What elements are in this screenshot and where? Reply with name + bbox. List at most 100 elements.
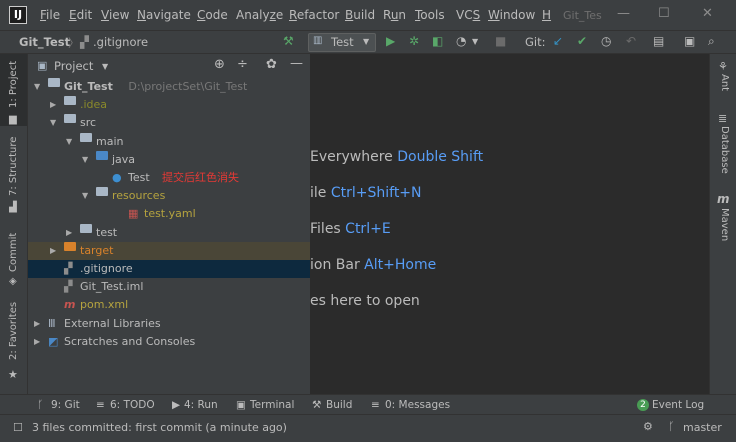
menu-help[interactable]: H bbox=[542, 8, 551, 22]
menu-bar: IJ File Edit View Navigate Code Analyze … bbox=[0, 0, 736, 30]
tree-item-label: main bbox=[96, 134, 124, 148]
menu-analyze[interactable]: Analyze bbox=[236, 8, 283, 22]
run-config-icon: ▥ bbox=[313, 35, 323, 46]
menu-navigate[interactable]: Navigate bbox=[137, 8, 191, 22]
coverage-icon[interactable]: ◧ bbox=[432, 34, 443, 48]
project-view-selector[interactable]: Project bbox=[54, 59, 93, 73]
tool-tab-build[interactable]: Build bbox=[326, 399, 352, 411]
debug-icon[interactable]: ✲ bbox=[409, 34, 419, 48]
project-tree: ▼ Git_Test D:\projectSet\Git_Test ▶ .idea ▼ sr… bbox=[28, 78, 310, 378]
tree-item[interactable]: ▶ ◩ Scratches and Consoles bbox=[28, 333, 310, 351]
tool-tab-database[interactable]: Database bbox=[719, 126, 730, 174]
hint-go-to-file: ile Ctrl+Shift+N bbox=[310, 185, 422, 201]
collapsed-arrow-icon[interactable]: ▶ bbox=[34, 315, 40, 333]
tree-item[interactable]: ▶ Ⅲ External Libraries bbox=[28, 315, 310, 333]
menu-build[interactable]: Build bbox=[345, 8, 375, 22]
collapse-all-icon[interactable]: ÷ bbox=[237, 57, 248, 72]
event-log-badge: 2 bbox=[637, 399, 649, 411]
project-view-chevron-icon[interactable]: ▼ bbox=[102, 62, 108, 71]
git-update-icon[interactable]: ↙ bbox=[553, 34, 563, 48]
tree-item[interactable]: m pom.xml bbox=[28, 296, 310, 314]
hint-shortcut: Ctrl+Shift+N bbox=[330, 185, 422, 201]
hint-shortcut: Double Shift bbox=[397, 149, 484, 165]
navigation-bar: Git_Test 〉 ▞ .gitignore ⚒ ▥ Test ▼ ▶ ✲ ◧… bbox=[0, 30, 736, 54]
vcs-widget-icon[interactable]: ⚙ bbox=[643, 420, 653, 433]
git-branch-icon: ᚴ bbox=[37, 399, 44, 411]
profile-dropdown-icon[interactable]: ▼ bbox=[472, 37, 478, 46]
breadcrumb-file[interactable]: .gitignore bbox=[93, 35, 148, 49]
tool-tab-favorites[interactable]: 2: Favorites bbox=[8, 302, 19, 360]
menu-refactor[interactable]: Refactor bbox=[289, 8, 339, 22]
tool-tab-structure[interactable]: 7: Structure bbox=[8, 137, 19, 196]
expanded-arrow-icon[interactable]: ▼ bbox=[50, 114, 56, 132]
tree-item[interactable]: ▶ target bbox=[28, 241, 310, 260]
project-structure-icon[interactable]: ▤ bbox=[653, 34, 664, 48]
status-toggle-icon[interactable]: ☐ bbox=[13, 421, 23, 434]
tool-tab-run[interactable]: 4: Run bbox=[184, 399, 218, 411]
git-history-icon[interactable]: ◷ bbox=[601, 34, 611, 48]
hint-shortcut: Ctrl+E bbox=[345, 221, 391, 237]
status-message[interactable]: 3 files committed: first commit (a minut… bbox=[32, 421, 287, 434]
collapsed-arrow-icon[interactable]: ▶ bbox=[50, 242, 56, 260]
collapsed-arrow-icon[interactable]: ▶ bbox=[50, 96, 56, 114]
run-config-dropdown[interactable]: ▥ Test ▼ bbox=[308, 33, 376, 52]
tool-tab-ant[interactable]: Ant bbox=[719, 74, 730, 91]
presentation-icon[interactable]: ▣ bbox=[684, 34, 695, 48]
tree-item[interactable]: ▼ resources bbox=[28, 187, 310, 205]
tree-item[interactable]: ▼ main bbox=[28, 132, 310, 151]
folder-icon bbox=[80, 132, 92, 142]
tool-tab-todo[interactable]: 6: TODO bbox=[110, 399, 155, 411]
close-icon[interactable]: ✕ bbox=[702, 6, 713, 21]
settings-gear-icon[interactable]: ✿ bbox=[266, 57, 277, 72]
commit-tool-icon: ◈ bbox=[9, 276, 17, 287]
tool-tab-event-log[interactable]: Event Log bbox=[652, 399, 704, 411]
stop-icon[interactable]: ■ bbox=[495, 34, 506, 48]
hammer-icon[interactable]: ⚒ bbox=[283, 34, 294, 48]
menu-code[interactable]: Code bbox=[197, 8, 228, 22]
bottom-tool-bar: ᚴ 9: Git ≡ 6: TODO ▶ 4: Run ▣ Terminal ⚒… bbox=[0, 394, 736, 415]
menu-run[interactable]: Run bbox=[383, 8, 406, 22]
menu-window[interactable]: Window bbox=[488, 8, 535, 22]
tree-item[interactable]: ▼ src bbox=[28, 114, 310, 132]
hint-text: Everywhere bbox=[310, 149, 398, 165]
tree-item[interactable]: ▼ Git_Test D:\projectSet\Git_Test bbox=[28, 78, 310, 96]
tool-tab-project[interactable]: 1: Project bbox=[8, 61, 19, 108]
expanded-arrow-icon[interactable]: ▼ bbox=[82, 151, 88, 169]
database-icon: ≣ bbox=[718, 112, 728, 125]
tree-item[interactable]: ● Test 提交后红色消失 bbox=[28, 169, 310, 187]
git-rollback-icon[interactable]: ↶ bbox=[626, 34, 636, 48]
breadcrumb-project[interactable]: Git_Test bbox=[19, 35, 70, 49]
expanded-arrow-icon[interactable]: ▼ bbox=[34, 78, 40, 96]
tool-tab-commit[interactable]: Commit bbox=[8, 233, 19, 272]
collapsed-arrow-icon[interactable]: ▶ bbox=[66, 224, 72, 242]
locate-file-icon[interactable]: ⊕ bbox=[214, 57, 225, 72]
tree-item[interactable]: ▞ Git_Test.iml bbox=[28, 278, 310, 296]
menu-tools[interactable]: Tools bbox=[415, 8, 445, 22]
search-everywhere-icon[interactable]: ⌕ bbox=[708, 34, 715, 49]
git-branch-widget[interactable]: master bbox=[683, 421, 722, 434]
tool-tab-terminal[interactable]: Terminal bbox=[250, 399, 294, 411]
tree-item[interactable]: ▞ .gitignore bbox=[28, 260, 310, 278]
tree-item[interactable]: ▶ test bbox=[28, 223, 310, 242]
expanded-arrow-icon[interactable]: ▼ bbox=[82, 187, 88, 205]
menu-view[interactable]: View bbox=[101, 8, 129, 22]
collapsed-arrow-icon[interactable]: ▶ bbox=[34, 333, 40, 351]
run-config-label: Test bbox=[331, 35, 354, 49]
minimize-icon[interactable]: — bbox=[617, 6, 630, 21]
menu-vcs[interactable]: VCS bbox=[456, 8, 480, 22]
run-icon[interactable]: ▶ bbox=[386, 34, 395, 48]
tool-tab-git[interactable]: 9: Git bbox=[51, 399, 80, 411]
branch-icon: ᚴ bbox=[668, 420, 675, 433]
menu-edit[interactable]: Edit bbox=[69, 8, 92, 22]
menu-file[interactable]: File bbox=[40, 8, 60, 22]
tool-tab-maven[interactable]: Maven bbox=[719, 208, 730, 241]
tool-tab-messages[interactable]: 0: Messages bbox=[385, 399, 450, 411]
tree-item[interactable]: ▶ .idea bbox=[28, 96, 310, 114]
git-commit-icon[interactable]: ✔ bbox=[577, 34, 587, 48]
maximize-icon[interactable]: ☐ bbox=[658, 6, 670, 21]
tree-item[interactable]: ▼ java bbox=[28, 150, 310, 169]
expanded-arrow-icon[interactable]: ▼ bbox=[66, 133, 72, 151]
hide-panel-icon[interactable]: — bbox=[290, 56, 303, 71]
tree-item[interactable]: ▦ test.yaml bbox=[28, 205, 310, 223]
profile-icon[interactable]: ◔ bbox=[456, 34, 466, 48]
